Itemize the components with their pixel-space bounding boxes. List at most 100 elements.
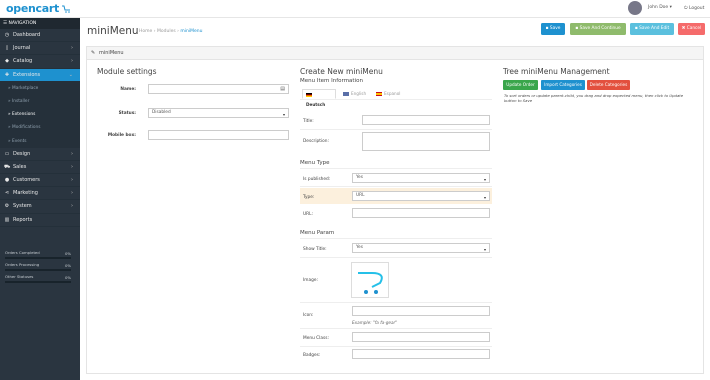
icon-input[interactable] — [352, 306, 490, 316]
logo-text: opencart — [6, 2, 59, 15]
tag-icon: ◆ — [5, 58, 9, 65]
sidebar-item-reports[interactable]: ▥ Reports — [0, 214, 80, 227]
breadcrumb-home[interactable]: Home — [139, 29, 152, 34]
image-thumbnail[interactable] — [351, 262, 389, 298]
sidebar-item-label: Catalog — [13, 58, 33, 65]
title-input[interactable] — [362, 115, 490, 125]
sidebar-item-customers[interactable]: ● Customers › — [0, 174, 80, 188]
sidebar-subitem-marketplace[interactable]: » Marketplace — [0, 81, 80, 95]
breadcrumb-modules[interactable]: Modules — [157, 29, 176, 34]
row-divider — [300, 257, 492, 258]
stat-label: Orders Processing — [5, 262, 40, 267]
sidebar-item-design[interactable]: ▭ Design › — [0, 148, 80, 161]
avatar[interactable] — [628, 1, 642, 15]
sidebar-item-journal[interactable]: ▯ Journal › — [0, 42, 80, 56]
show-title-label: Show Title: — [303, 247, 327, 252]
save-label: Save — [549, 26, 561, 31]
sidebar-item-dashboard[interactable]: ◷ Dashboard — [0, 29, 80, 43]
menu-class-input[interactable] — [352, 332, 490, 342]
sidebar-subitem-events[interactable]: » Events — [0, 134, 80, 148]
chevron-right-icon: › — [71, 45, 73, 52]
logout-link[interactable]: ⏻ Logout — [684, 5, 704, 11]
save-and-edit-button[interactable]: ▪ Save And Edit — [630, 23, 674, 35]
stat-percent: 0% — [64, 275, 71, 280]
row-divider — [300, 328, 492, 329]
stat-other-statuses: Other Statuses 0% — [5, 274, 71, 286]
logout-label: Logout — [689, 6, 705, 11]
import-categories-button[interactable]: Import Categories — [541, 80, 585, 90]
image-label: Image: — [303, 278, 318, 283]
chevron-down-icon: ▾ — [483, 247, 486, 252]
stat-percent: 0% — [64, 263, 71, 268]
share-icon: ⋖ — [4, 190, 10, 197]
sidebar-subitem-modifications[interactable]: » Modifications — [0, 121, 80, 135]
status-select[interactable]: Disabled ▾ — [148, 108, 289, 118]
chevron-right-icon: › — [71, 163, 73, 170]
opencart-logo[interactable]: opencart — [6, 2, 72, 15]
breadcrumb-current[interactable]: miniMenu — [180, 29, 202, 34]
url-label: URL: — [303, 212, 313, 217]
sidebar-subitem-installer[interactable]: » Installer — [0, 94, 80, 109]
chevron-down-icon: ▾ — [483, 195, 486, 200]
row-divider — [300, 346, 492, 347]
language-icon: ▤ — [280, 86, 285, 92]
uk-flag-icon — [343, 92, 349, 96]
sidebar-item-extensions[interactable]: ✚ Extensions ⌄ — [0, 68, 80, 82]
chevron-down-icon: ⌄ — [68, 71, 73, 78]
stat-label: Other Statuses — [5, 274, 34, 279]
progress-bar — [5, 257, 71, 259]
save-button[interactable]: ▪ Save — [541, 23, 565, 35]
tab-english[interactable]: English — [340, 89, 369, 99]
subitem-label: Installer — [12, 98, 30, 104]
subitem-label: Marketplace — [12, 85, 39, 91]
description-textarea[interactable] — [362, 132, 490, 151]
sidebar-item-label: Journal — [13, 45, 31, 52]
order-stats: Orders Completed 0% Orders Processing 0% O… — [5, 250, 71, 286]
tab-deutsch[interactable]: Deutsch — [302, 89, 336, 107]
subitem-label: Extensions — [12, 112, 36, 118]
sidebar-item-marketing[interactable]: ⋖ Marketing › — [0, 187, 80, 201]
module-settings-heading: Module settings — [97, 67, 157, 76]
save-and-continue-label: Save And Continue — [579, 26, 621, 31]
update-order-button[interactable]: Update Order — [503, 80, 538, 90]
chevron-down-icon: ▾ — [483, 177, 486, 182]
spain-flag-icon — [376, 92, 382, 96]
sidebar-item-label: Design — [13, 150, 31, 157]
cancel-button[interactable]: ✖ Cancel — [678, 23, 705, 35]
sidebar-subitem-extensions[interactable]: » Extensions — [0, 108, 80, 122]
puzzle-icon: ✚ — [4, 71, 10, 78]
stat-orders-processing: Orders Processing 0% — [5, 262, 71, 274]
mobile-box-input[interactable] — [148, 130, 289, 140]
create-heading: Create New miniMenu — [300, 67, 383, 76]
user-menu[interactable]: John Doe ▾ — [648, 5, 672, 10]
icon-example-hint: Example: "fa fa-gear" — [352, 320, 398, 325]
progress-bar — [5, 269, 71, 271]
nav-header: ☰ NAVIGATION — [0, 18, 80, 29]
show-title-value: Yes — [356, 245, 363, 250]
type-select[interactable]: URL ▾ — [352, 191, 490, 201]
url-input[interactable] — [352, 208, 490, 218]
badges-input[interactable] — [352, 349, 490, 359]
sidebar-item-system[interactable]: ⚙ System › — [0, 200, 80, 214]
sidebar-item-label: Customers — [13, 177, 40, 184]
tree-hint: To sort orders or update parent-child, y… — [504, 93, 684, 103]
name-label: Name: — [120, 87, 136, 92]
save-and-continue-button[interactable]: ▪ Save And Continue — [570, 23, 626, 35]
name-input[interactable]: ▤ — [148, 84, 289, 94]
show-title-select[interactable]: Yes ▾ — [352, 243, 490, 253]
title-label: Title: — [303, 119, 314, 124]
germany-flag-icon — [306, 93, 312, 97]
bar-chart-icon: ▥ — [4, 216, 10, 223]
row-divider — [300, 238, 492, 239]
sidebar-item-sales[interactable]: ⛟ Sales › — [0, 161, 80, 175]
chevron-right-icon: › — [71, 203, 73, 210]
sidebar-item-label: Marketing — [13, 190, 38, 197]
chevron-down-icon: ▾ — [282, 112, 285, 117]
subitem-label: Events — [12, 138, 27, 144]
is-published-select[interactable]: Yes ▾ — [352, 173, 490, 183]
pencil-icon: ✎ — [91, 50, 96, 56]
sidebar-item-catalog[interactable]: ◆ Catalog › — [0, 55, 80, 69]
tab-espanol[interactable]: Espanol — [373, 89, 403, 99]
is-published-label: Is published: — [303, 177, 331, 182]
delete-categories-button[interactable]: Delete Categories — [587, 80, 630, 90]
